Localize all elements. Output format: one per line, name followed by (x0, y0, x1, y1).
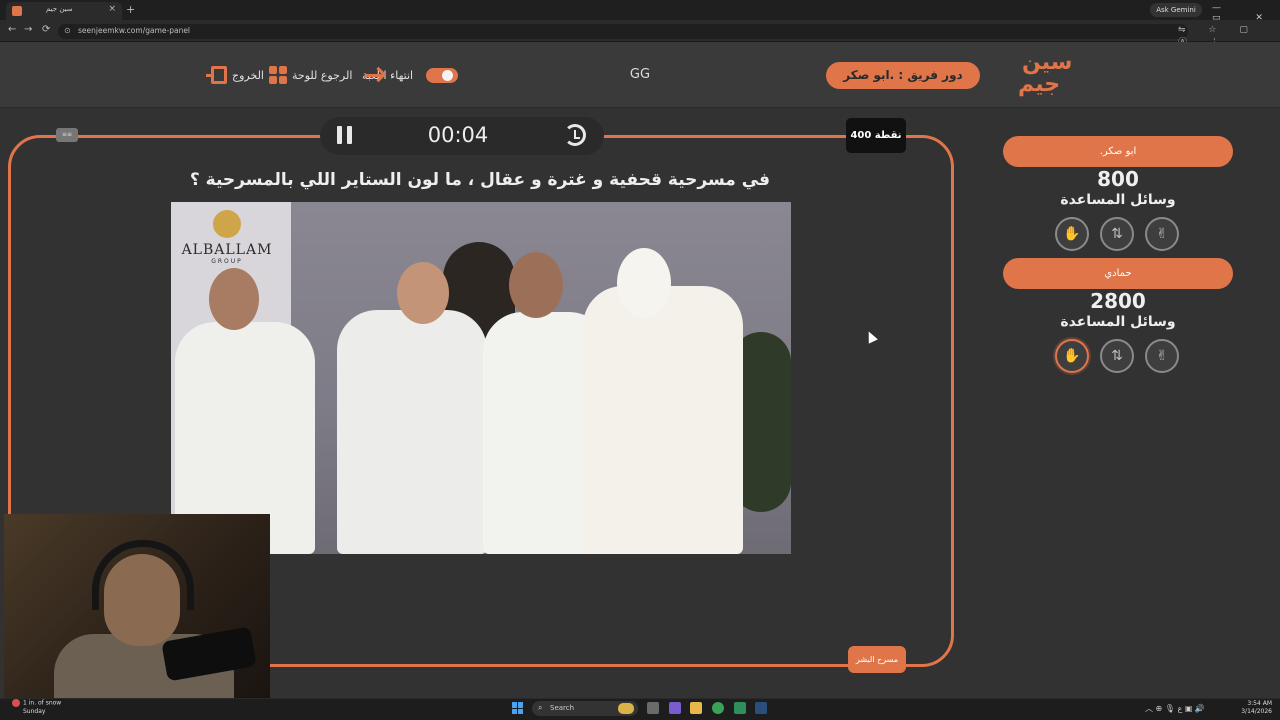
taskbar-clock[interactable]: 3:54 AM 3/14/2026 (1236, 700, 1272, 716)
url-text[interactable]: seenjeemkw.com/game-panel (78, 26, 190, 35)
alballam-group: GROUP (211, 258, 243, 265)
image-head-4 (617, 248, 671, 318)
weather-icon (12, 699, 20, 707)
peace-icon[interactable]: ✌ (1145, 339, 1179, 373)
options-chip[interactable]: ≡≡ (56, 128, 78, 142)
steam-icon[interactable] (755, 702, 767, 714)
logo-line-2: جيم (1018, 72, 1061, 97)
browser-tab[interactable]: سين جيم × (6, 2, 122, 20)
site-favicon-icon (12, 6, 22, 16)
hand-icon[interactable]: ✋ (1055, 339, 1089, 373)
system-tray[interactable]: ︿ ⊕ 🎙 ع ▣ 🔊 (1145, 703, 1205, 714)
windows-start-icon[interactable] (512, 702, 524, 714)
chrome-icon[interactable] (712, 702, 724, 714)
weather-text: 1 in. of snow (23, 699, 62, 707)
two-arrows-icon[interactable]: ⇅ (1100, 339, 1134, 373)
question-image: ALBALLAM GROUP (171, 202, 791, 554)
webcam-overlay (4, 514, 270, 699)
image-head-3 (509, 252, 563, 318)
back-to-board-button[interactable]: الرجوع للوحة (269, 65, 385, 85)
image-person-2 (337, 310, 487, 554)
file-explorer-icon[interactable] (690, 702, 702, 714)
back-to-board-label: الرجوع للوحة (292, 68, 353, 82)
category-tag: مسرح البشر (848, 646, 906, 673)
team-turn-indicator: دور فريق : .ابو صكر (826, 62, 980, 89)
back-icon[interactable]: ← (8, 24, 16, 35)
search-placeholder: Search (550, 704, 575, 712)
search-icon: ⌕ (538, 703, 543, 712)
tab-title: سين جيم (46, 5, 73, 13)
site-info-icon[interactable]: ⊙ (64, 26, 71, 35)
weather-day: Sunday (23, 707, 46, 715)
seen-jeem-logo[interactable]: سين جيم (1016, 52, 1072, 100)
image-head-2 (397, 262, 449, 324)
clock-time: 3:54 AM (1247, 700, 1272, 707)
image-person-4 (583, 286, 743, 554)
task-view-icon[interactable] (647, 702, 659, 714)
reload-icon[interactable]: ⟳ (42, 24, 50, 35)
alballam-logo: ALBALLAM GROUP (177, 210, 277, 280)
two-arrows-icon[interactable]: ⇅ (1100, 217, 1134, 251)
peace-icon[interactable]: ✌ (1145, 217, 1179, 251)
browser-tab-strip (0, 0, 1280, 20)
team-aids-row: ✋ ⇅ ✌ (1055, 217, 1179, 251)
team-score: 800 (1097, 167, 1139, 191)
weather-widget[interactable]: 1 in. of snow Sunday (12, 699, 61, 716)
question-points-badge: 400 نقطة (846, 118, 906, 153)
board-grid-icon (269, 66, 287, 84)
teams-chat-icon[interactable] (669, 702, 681, 714)
exit-label: الخروج (232, 68, 264, 82)
address-bar[interactable]: ⊙ seenjeemkw.com/game-panel (58, 24, 1188, 39)
alballam-mask-icon (213, 210, 241, 238)
team-aids-row: ✋ ⇅ ✌ (1055, 339, 1179, 373)
countdown-timer: 00:04 (427, 123, 489, 147)
new-tab-button[interactable]: + (126, 3, 135, 16)
taskbar-search[interactable]: ⌕ Search (532, 701, 638, 716)
reset-timer-icon[interactable] (564, 124, 586, 146)
help-tools-label: وسائل المساعدة (1060, 192, 1176, 208)
alballam-name: ALBALLAM (181, 242, 273, 258)
forward-icon[interactable]: → (24, 24, 32, 35)
team-name-pill: .ابو صكر (1003, 136, 1233, 167)
arrow-right-icon (363, 67, 385, 83)
ask-gemini-button[interactable]: Ask Gemini (1150, 3, 1202, 17)
question-text: في مسرحية قحفية و غترة و عقال ، ما لون ا… (189, 170, 771, 190)
app-icon[interactable] (734, 702, 746, 714)
end-game-toggle[interactable] (426, 67, 459, 83)
toggle-knob-icon (442, 69, 454, 81)
game-name: GG (629, 67, 651, 82)
help-tools-label: وسائل المساعدة (1060, 314, 1176, 330)
clock-date: 3/14/2026 (1241, 708, 1272, 715)
pause-icon[interactable] (337, 126, 353, 144)
exit-button[interactable]: الخروج (206, 65, 264, 85)
logo-line-1: سين (1022, 50, 1073, 75)
windows-taskbar (0, 698, 1280, 720)
hand-icon[interactable]: ✋ (1055, 217, 1089, 251)
tab-close-icon[interactable]: × (108, 4, 116, 14)
team-score: 2800 (1090, 289, 1146, 313)
search-highlight-icon (618, 703, 634, 714)
exit-door-icon (206, 66, 227, 84)
team-name-pill: حمادي (1003, 258, 1233, 289)
